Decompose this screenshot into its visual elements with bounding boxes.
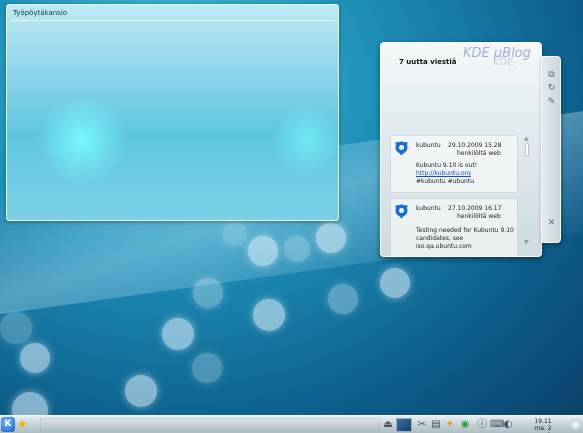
post-user[interactable]: kubuntu (416, 205, 441, 212)
scroll-down-icon[interactable]: ▼ (524, 239, 529, 246)
bokeh (380, 268, 410, 298)
post-body: Testing needed for Kubuntu 9.10 candidat… (416, 227, 514, 250)
post-date: 27.10.2009 16.17 (448, 205, 502, 212)
applet-handle[interactable]: ⧉ ↻ ✎ ✕ (541, 56, 561, 243)
taskbar-panel: K ★ ⏏ ✂ ▤ ✦ ◉ ⓘ ⌨ ◐ 19.11 ma. 2 marrasku… (0, 415, 583, 433)
post-tags[interactable]: #kubuntu #ubuntu (416, 178, 516, 186)
new-message-count: 7 uutta viestiä (399, 58, 457, 66)
scroll-up-icon[interactable]: ▲ (524, 135, 529, 142)
post-link[interactable]: http://kubuntu.org (416, 170, 516, 178)
bokeh (125, 375, 157, 407)
list-item[interactable]: kubuntu 27.10.2009 16.17 henkilöltä web … (390, 198, 518, 256)
favorites-star-icon[interactable]: ★ (17, 417, 28, 431)
bokeh (248, 236, 278, 266)
volume-icon[interactable]: ◐ (502, 418, 514, 431)
resize-icon[interactable]: ⧉ (546, 70, 557, 80)
post-source: henkilöltä web (457, 213, 501, 220)
clock-date: ma. 2 marraskuu (527, 425, 559, 433)
bokeh (253, 299, 285, 331)
settings-wrench-icon[interactable]: ✎ (546, 97, 557, 107)
microblog-widget[interactable]: KDE KDE µBlog 7 uutta viestiä kubuntu 29… (380, 42, 542, 257)
list-item[interactable]: kubuntu 29.10.2009 15.28 henkilöltä web … (390, 135, 518, 193)
bokeh (20, 343, 50, 373)
bokeh (0, 312, 32, 344)
bokeh (193, 278, 223, 308)
glow (272, 105, 342, 175)
keyboard-icon[interactable]: ⌨ (490, 418, 504, 431)
notification-bulb-icon[interactable]: ✦ (444, 418, 456, 431)
bokeh (284, 236, 310, 262)
bokeh (328, 284, 358, 314)
bokeh (192, 353, 222, 383)
glow (37, 95, 127, 185)
info-icon[interactable]: ⓘ (476, 418, 488, 431)
clock[interactable]: 19.11 ma. 2 marraskuu (518, 418, 568, 433)
post-user[interactable]: kubuntu (416, 142, 441, 149)
clipboard-icon[interactable]: ✂ (416, 418, 428, 431)
panel-toolbox-icon[interactable] (570, 419, 581, 430)
kubuntu-avatar-icon (395, 141, 408, 155)
rotate-icon[interactable]: ↻ (546, 83, 557, 93)
microblog-logo: KDE µBlog (463, 46, 531, 61)
folder-view-title: Työpöytäkansio (13, 9, 68, 17)
network-icon[interactable]: ◉ (459, 418, 471, 431)
kubuntu-avatar-icon (395, 204, 408, 218)
bokeh (223, 222, 247, 246)
taskbar-task-area[interactable] (40, 418, 380, 432)
post-source: henkilöltä web (457, 150, 501, 157)
device-notifier-icon[interactable]: ⏏ (382, 418, 394, 431)
post-text: Kubuntu 9.10 is out! (416, 162, 478, 169)
scrollbar[interactable]: ▲ ▼ (523, 135, 531, 248)
post-body: Kubuntu 9.10 is out! http://kubuntu.org … (416, 162, 516, 186)
pager-desktop-1[interactable] (396, 418, 412, 432)
folder-view-widget[interactable]: Työpöytäkansio (6, 4, 342, 221)
post-date: 29.10.2009 15.28 (448, 142, 502, 149)
document-icon[interactable]: ▤ (430, 418, 442, 431)
clock-time: 19.11 (534, 418, 552, 425)
bokeh (316, 223, 346, 253)
bokeh (162, 318, 194, 350)
close-icon[interactable]: ✕ (546, 218, 557, 228)
kde-menu-icon[interactable]: K (1, 417, 15, 432)
title-divider (11, 20, 334, 21)
scrollbar-thumb[interactable] (525, 143, 529, 157)
